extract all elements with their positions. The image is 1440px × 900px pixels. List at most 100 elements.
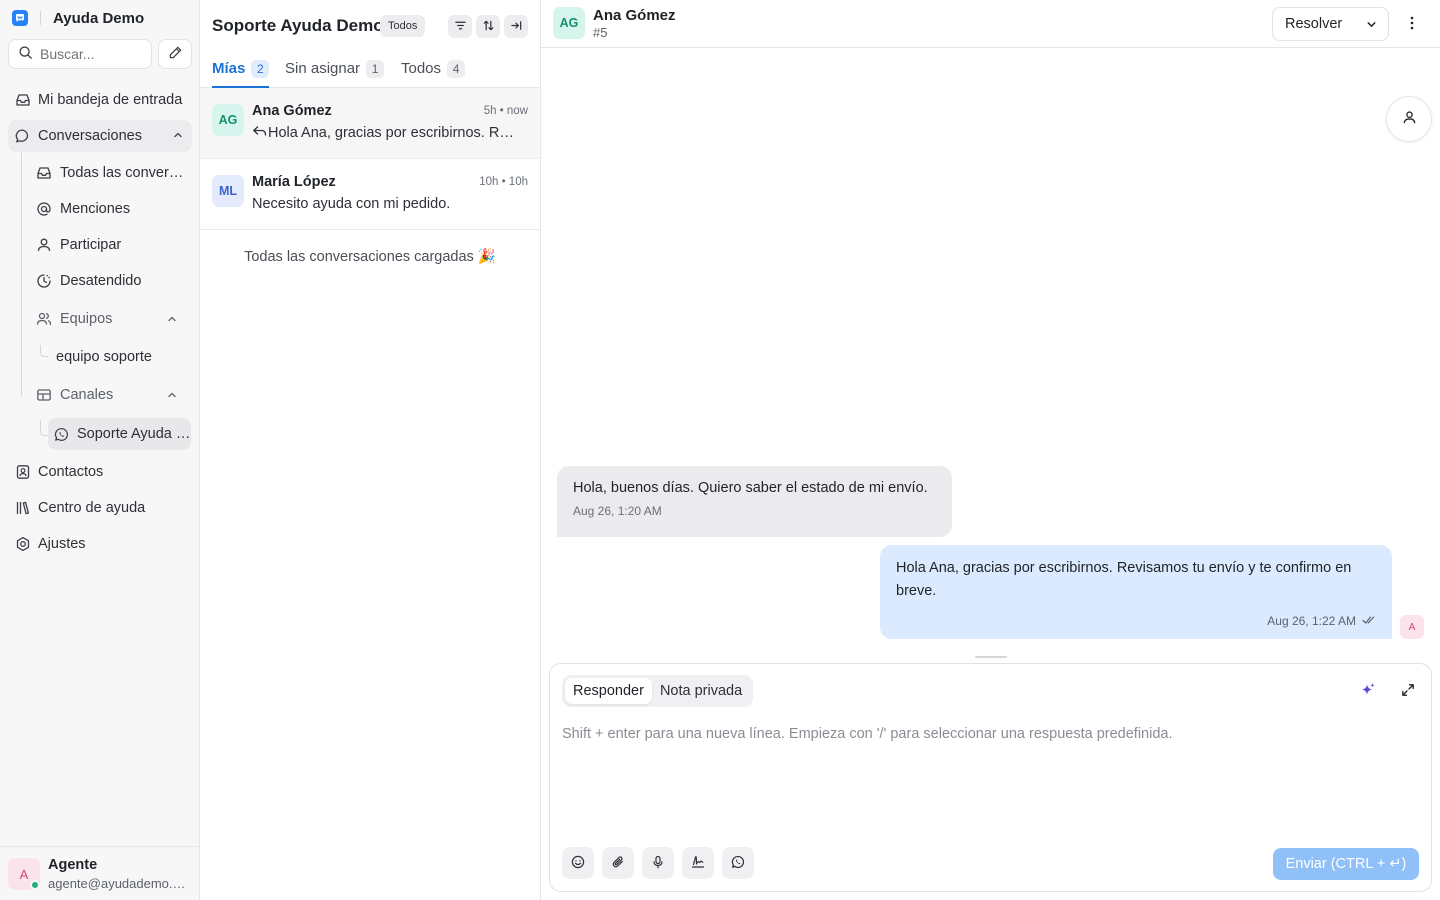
expand-editor-button[interactable]: [1397, 680, 1419, 702]
voice-message-button[interactable]: [642, 847, 674, 879]
user-icon: [36, 237, 52, 253]
online-status-dot: [30, 880, 40, 890]
double-check-icon: [1362, 614, 1376, 628]
nav-label: Soporte Ayuda Demo: [77, 426, 191, 442]
contact-panel-toggle[interactable]: [1386, 96, 1432, 142]
nav-teams[interactable]: Equipos: [30, 303, 190, 335]
message-preview: Hola Ana, gracias por escribirnos. Revis…: [252, 125, 518, 141]
user-email: agente@ayudademo.com: [48, 876, 190, 891]
reply-tab[interactable]: Responder: [565, 678, 652, 704]
message-input[interactable]: [562, 726, 1417, 836]
avatar: AG: [212, 104, 244, 136]
user-profile[interactable]: A Agente agente@ayudademo.com: [0, 846, 199, 900]
status-filter-chip[interactable]: Todos: [380, 15, 426, 37]
private-note-tab[interactable]: Nota privada: [652, 678, 750, 704]
tree-branch: [40, 345, 48, 357]
avatar: ML: [212, 175, 244, 207]
resize-handle[interactable]: [975, 656, 1007, 658]
inbox-icon: [36, 165, 52, 181]
conversation-card[interactable]: AG Ana Gómez 5h • now Hola Ana, gracias …: [200, 88, 540, 159]
contact-name[interactable]: Ana Gómez: [593, 7, 676, 24]
more-options-button[interactable]: [1401, 12, 1423, 36]
tab-unassigned[interactable]: Sin asignar 1: [285, 52, 385, 88]
nav-help-center[interactable]: Centro de ayuda: [8, 492, 192, 524]
chevron-down-icon[interactable]: [1365, 18, 1378, 35]
attach-file-button[interactable]: [602, 847, 634, 879]
pencil-icon: [168, 45, 183, 63]
nav-participating[interactable]: Participar: [30, 229, 190, 261]
whatsapp-template-button[interactable]: [722, 847, 754, 879]
preview-text: Hola Ana, gracias por escribirnos. Revis…: [268, 125, 518, 141]
conversation-id: #5: [593, 25, 608, 40]
nav-unattended[interactable]: Desatendido: [30, 265, 190, 297]
inbox-icon: [14, 91, 32, 109]
whatsapp-icon: [54, 426, 69, 442]
filter-icon: [454, 19, 467, 35]
contact-name: Ana Gómez: [252, 103, 332, 119]
tree-branch: [40, 420, 48, 436]
user-icon: [1402, 110, 1417, 128]
send-button[interactable]: Enviar (CTRL + ↵): [1273, 848, 1419, 880]
reply-composer: Responder Nota privada Shift + enter par…: [549, 663, 1432, 892]
reply-mode-switch: Responder Nota privada: [562, 675, 754, 707]
search-box[interactable]: [8, 39, 152, 69]
sender-avatar: A: [1400, 615, 1424, 639]
signature-button[interactable]: [682, 847, 714, 879]
brand[interactable]: Ayuda Demo: [12, 9, 144, 27]
resolve-button[interactable]: Resolver: [1272, 7, 1389, 41]
message-preview: Necesito ayuda con mi pedido.: [252, 196, 518, 212]
emoji-button[interactable]: [562, 847, 594, 879]
nav-team-item[interactable]: equipo soporte: [50, 341, 190, 373]
nav-label: Equipos: [60, 311, 113, 327]
chevron-up-icon[interactable]: [166, 389, 178, 405]
message-text: Hola, buenos días. Quiero saber el estad…: [573, 480, 928, 496]
nav-all-conversations[interactable]: Todas las conversaciones: [30, 157, 190, 189]
at-sign-icon: [36, 201, 52, 217]
users-icon: [36, 311, 52, 327]
sparkles-icon: [1360, 682, 1376, 701]
nav-conversations[interactable]: Conversaciones: [8, 120, 192, 152]
conversation-pane: AG Ana Gómez #5 Resolver Hola, buenos dí…: [541, 0, 1440, 900]
tree-line: [21, 153, 22, 396]
brand-name: Ayuda Demo: [53, 9, 145, 27]
conversation-time: 5h • now: [483, 105, 528, 117]
nav-channels[interactable]: Canales: [30, 379, 190, 411]
signature-icon: [691, 855, 705, 872]
tab-label: Mías: [212, 60, 246, 77]
nav-label: Contactos: [38, 464, 104, 480]
expand-icon: [1401, 683, 1415, 700]
message-text: Hola Ana, gracias por escribirnos. Revis…: [896, 560, 1352, 599]
nav-label: Participar: [60, 237, 122, 253]
tab-label: Todos: [401, 60, 442, 77]
sort-button[interactable]: [476, 15, 500, 38]
chevron-up-icon[interactable]: [166, 313, 178, 329]
filter-button[interactable]: [448, 15, 472, 38]
contact-name: María López: [252, 174, 336, 190]
nav-channel-item[interactable]: Soporte Ayuda Demo: [48, 418, 191, 450]
conversation-list: Soporte Ayuda Demo Todos Mías 2 Sin asig…: [200, 0, 541, 900]
avatar[interactable]: AG: [553, 7, 585, 39]
nav-my-inbox[interactable]: Mi bandeja de entrada: [8, 84, 192, 116]
tab-count: 1: [366, 60, 385, 78]
message-time: Aug 26, 1:20 AM: [573, 504, 662, 518]
compose-button[interactable]: [158, 39, 192, 69]
message-time: Aug 26, 1:22 AM: [1267, 614, 1356, 628]
user-name: Agente: [48, 857, 98, 873]
nav-settings[interactable]: Ajustes: [8, 528, 192, 560]
gear-icon: [14, 535, 32, 553]
ai-assist-button[interactable]: [1357, 680, 1379, 702]
tab-label: Sin asignar: [285, 60, 361, 77]
conversation-card[interactable]: ML María López 10h • 10h Necesito ayuda …: [200, 159, 540, 230]
list-title: Soporte Ayuda Demo: [212, 16, 384, 35]
conversation-time: 10h • 10h: [479, 176, 528, 188]
nav-mentions[interactable]: Menciones: [30, 193, 190, 225]
nav-contacts[interactable]: Contactos: [8, 456, 192, 488]
nav-label: Menciones: [60, 201, 131, 217]
contact-card-icon: [14, 463, 32, 481]
tab-all[interactable]: Todos 4: [401, 52, 466, 88]
assignee-tabs: Mías 2 Sin asignar 1 Todos 4: [200, 52, 540, 88]
collapse-list-button[interactable]: [504, 15, 528, 38]
chevron-up-icon[interactable]: [172, 129, 184, 145]
search-input[interactable]: [40, 46, 140, 62]
tab-mine[interactable]: Mías 2: [212, 52, 270, 88]
